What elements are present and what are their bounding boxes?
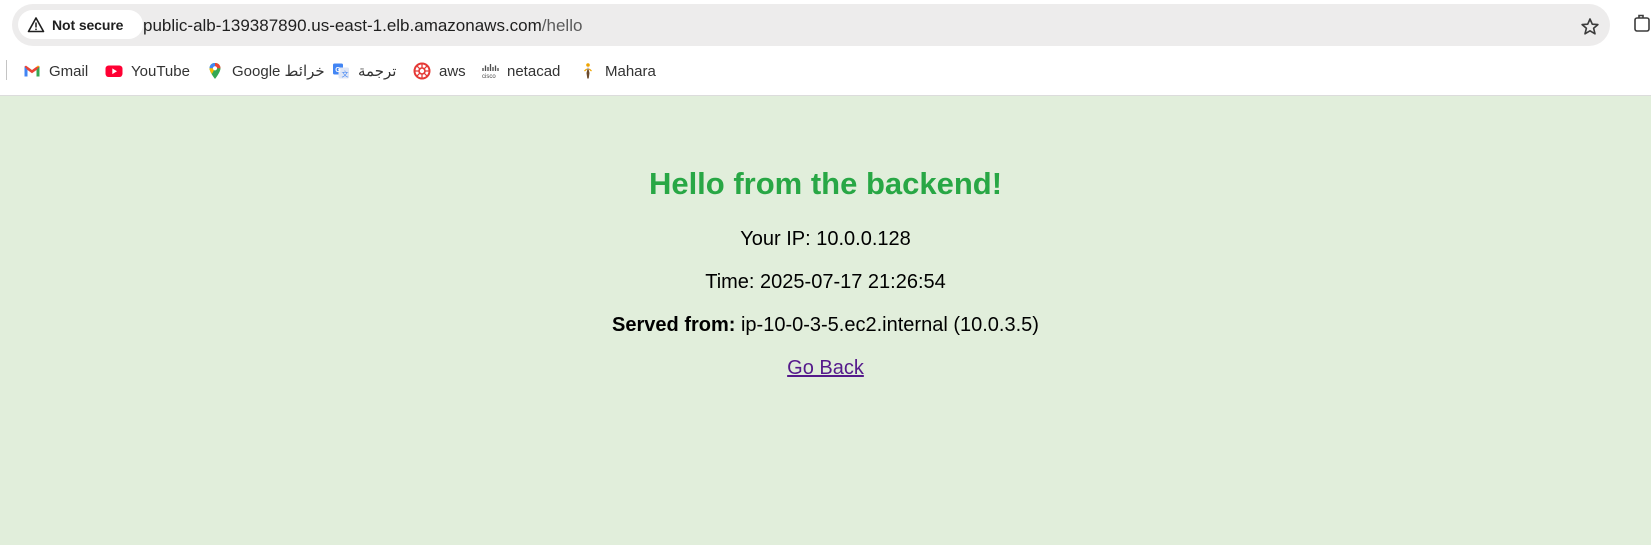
- bookmark-label: Gmail: [49, 62, 89, 80]
- bookmark-label: Mahara: [605, 62, 656, 80]
- bookmark-label: aws: [439, 62, 466, 80]
- page-viewport: Hello from the backend! Your IP: 10.0.0.…: [0, 96, 1651, 545]
- cisco-icon: cisco: [482, 64, 499, 80]
- security-indicator[interactable]: Not secure: [18, 10, 143, 39]
- bookmarks-bar: Gmail YouTube Google خرائط G 文 ترجمة aws…: [0, 50, 1651, 96]
- aws-icon: [413, 62, 431, 80]
- page-heading: Hello from the backend!: [648, 166, 1003, 201]
- bookmark-google-maps[interactable]: Google خرائط: [206, 58, 325, 84]
- bookmark-google-translate[interactable]: G 文 ترجمة: [332, 58, 396, 84]
- bookmark-label: Google خرائط: [232, 63, 325, 80]
- bookmark-youtube[interactable]: YouTube: [105, 58, 190, 84]
- served-from-label: Served from:: [612, 314, 736, 336]
- youtube-icon: [105, 65, 123, 77]
- security-label: Not secure: [52, 16, 124, 33]
- google-maps-icon: [209, 63, 221, 79]
- bookmark-aws[interactable]: aws: [413, 58, 466, 84]
- bookmark-label: netacad: [507, 62, 561, 80]
- svg-text:cisco: cisco: [482, 74, 496, 80]
- ip-line: Your IP: 10.0.0.128: [0, 228, 1651, 251]
- ip-label: Your IP:: [740, 228, 811, 250]
- time-line: Time: 2025-07-17 21:26:54: [0, 271, 1651, 294]
- svg-text:文: 文: [342, 70, 349, 79]
- bookmark-label: YouTube: [131, 62, 190, 80]
- gmail-icon: [24, 65, 40, 77]
- url-text[interactable]: public-alb-139387890.us-east-1.elb.amazo…: [143, 16, 582, 36]
- url-host: public-alb-139387890.us-east-1.elb.amazo…: [143, 16, 542, 35]
- time-value: 2025-07-17 21:26:54: [760, 271, 946, 293]
- svg-text:G: G: [335, 67, 341, 74]
- ip-value: 10.0.0.128: [816, 228, 911, 250]
- bookmark-mahara[interactable]: Mahara: [579, 58, 656, 84]
- bookmark-gmail[interactable]: Gmail: [23, 58, 88, 84]
- warning-triangle-icon: [27, 16, 45, 32]
- address-bar[interactable]: Not secure public-alb-139387890.us-east-…: [12, 4, 1610, 46]
- url-path: /hello: [541, 16, 583, 35]
- go-back-link[interactable]: Go Back: [787, 357, 864, 379]
- bookmark-netacad[interactable]: cisco netacad: [481, 58, 560, 84]
- time-label: Time:: [705, 271, 755, 293]
- go-back-container: Go Back: [0, 357, 1651, 380]
- bookmarks-divider: [6, 60, 7, 80]
- bookmark-label: ترجمة: [358, 63, 397, 80]
- bookmark-star-icon[interactable]: [1580, 17, 1600, 37]
- extensions-icon[interactable]: [1632, 14, 1651, 34]
- google-translate-icon: G 文: [333, 63, 349, 79]
- served-from-value: ip-10-0-3-5.ec2.internal (10.0.3.5): [740, 314, 1039, 336]
- browser-toolbar: Not secure public-alb-139387890.us-east-…: [0, 0, 1651, 50]
- mahara-icon: [584, 63, 592, 79]
- served-from-line: Served from: ip-10-0-3-5.ec2.internal (1…: [0, 314, 1651, 337]
